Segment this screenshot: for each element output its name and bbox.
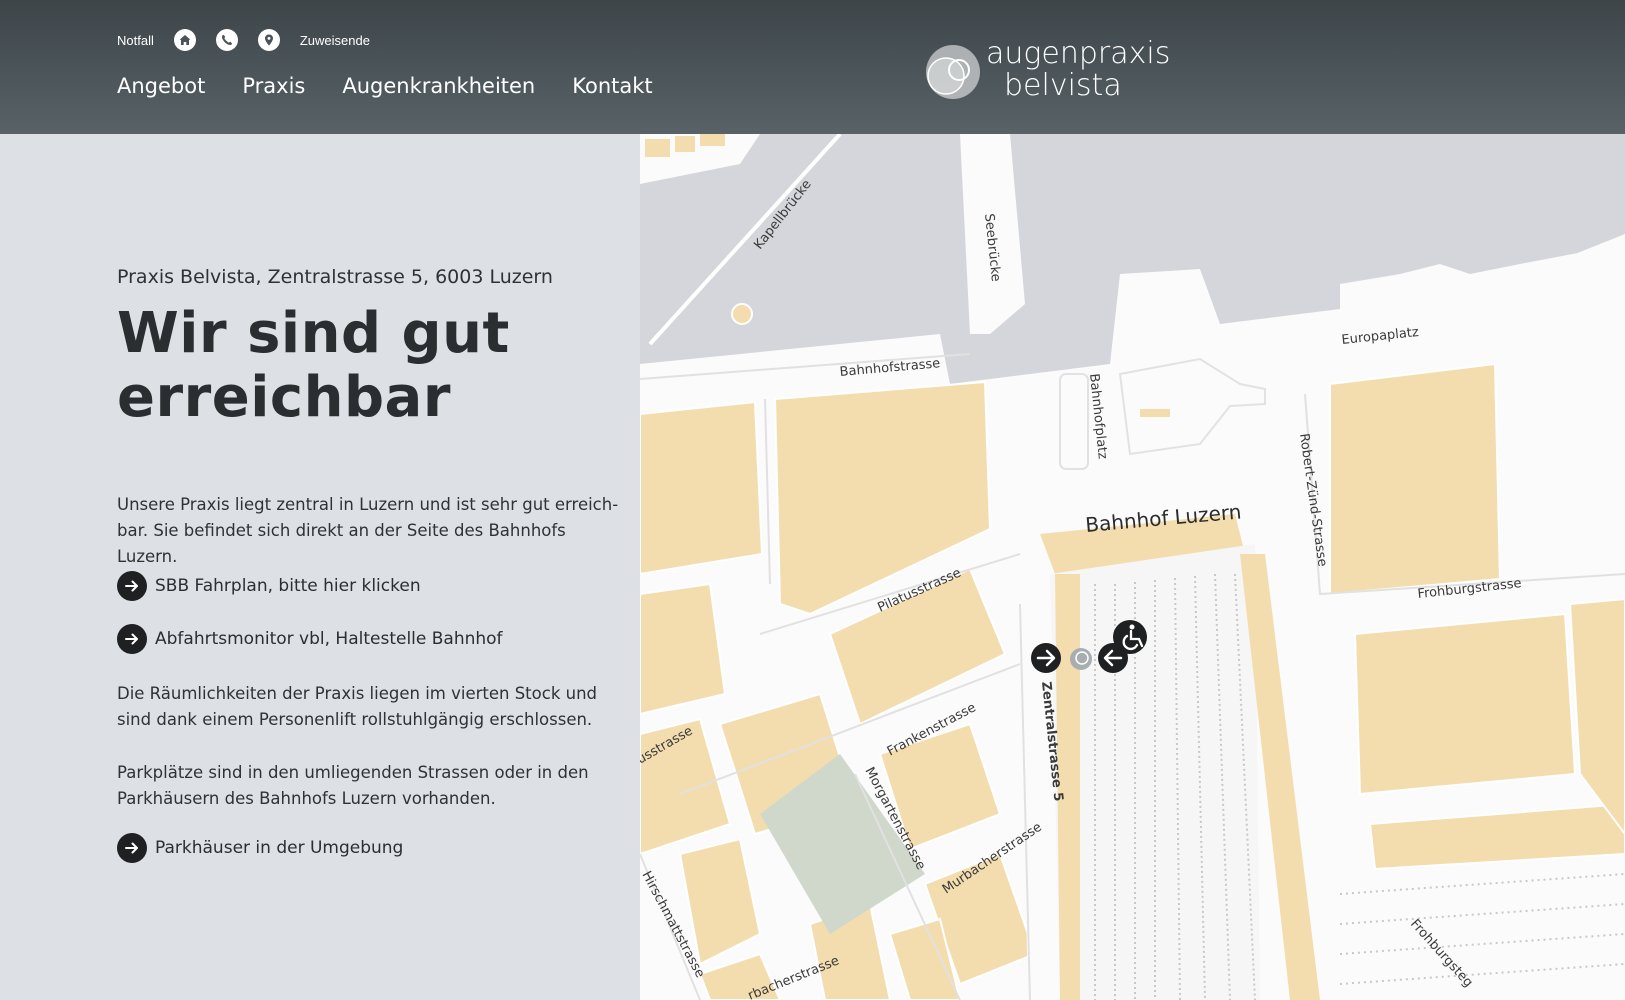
logo-line-2: belvista: [1004, 68, 1122, 103]
intro-line-2: bar. Sie befindet sich direkt an der Sei…: [117, 521, 566, 566]
access-line-2: sind dank einem Personenlift rollstuhlgä…: [117, 710, 593, 729]
top-utility-bar: Notfall Zuweisende: [117, 28, 370, 52]
practice-address: Praxis Belvista, Zentralstrasse 5, 6003 …: [117, 266, 553, 288]
zuweisende-link[interactable]: Zuweisende: [300, 33, 370, 48]
nav-angebot[interactable]: Angebot: [117, 74, 205, 98]
home-icon[interactable]: [173, 29, 196, 51]
logo[interactable]: augenpraxis belvista: [924, 38, 1170, 104]
access-line-1: Die Räumlichkeiten der Praxis liegen im …: [117, 684, 598, 703]
vbl-link-label: Abfahrtsmonitor vbl, Haltestelle Bahnhof: [155, 629, 503, 649]
logo-mark-icon: [926, 45, 980, 99]
page-title: Wir sind gut erreichbar: [117, 302, 627, 430]
arrow-right-icon: [117, 571, 147, 601]
parking-line-1: Parkplätze sind in den umliegenden Stras…: [117, 763, 589, 782]
parking-garages-link[interactable]: Parkhäuser in der Umgebung: [117, 833, 403, 863]
intro-paragraph: Unsere Praxis liegt zentral in Luzern un…: [117, 492, 627, 570]
location-map[interactable]: Kapellbrücke Seebrücke Bahnhofstrasse Ba…: [640, 134, 1625, 1000]
wheelchair-accessible-icon[interactable]: [1113, 620, 1147, 654]
accessibility-paragraph: Die Räumlichkeiten der Praxis liegen im …: [117, 681, 597, 733]
practice-location-marker-icon[interactable]: [1070, 648, 1092, 670]
nav-kontakt[interactable]: Kontakt: [572, 74, 652, 98]
location-pin-icon[interactable]: [257, 29, 280, 51]
parking-paragraph: Parkplätze sind in den umliegenden Stras…: [117, 760, 589, 812]
map-label-kapellbruecke: Kapellbrücke: [751, 177, 814, 252]
sbb-timetable-link[interactable]: SBB Fahrplan, bitte hier klicken: [117, 571, 421, 601]
arrow-right-icon: [117, 833, 147, 863]
headline-line-1: Wir sind gut: [117, 301, 510, 366]
parking-line-2: Parkhäusern des Bahnhofs Luzern vorhande…: [117, 789, 496, 808]
logo-wordmark: augenpraxis belvista: [986, 38, 1170, 102]
site-header: Notfall Zuweisende Angebot Praxis Augenk…: [0, 0, 1625, 134]
arrow-right-icon: [117, 624, 147, 654]
nav-praxis[interactable]: Praxis: [242, 74, 305, 98]
location-content: Praxis Belvista, Zentralstrasse 5, 6003 …: [117, 266, 627, 863]
sbb-link-label: SBB Fahrplan, bitte hier klicken: [155, 576, 421, 596]
parking-link-label: Parkhäuser in der Umgebung: [155, 838, 404, 858]
intro-line-1: Unsere Praxis liegt zentral in Luzern un…: [117, 495, 619, 514]
logo-line-1: augenpraxis: [986, 36, 1171, 71]
nav-augenkrankheiten[interactable]: Augenkrankheiten: [342, 74, 535, 98]
main-navigation: Angebot Praxis Augenkrankheiten Kontakt: [117, 74, 690, 98]
phone-icon[interactable]: [215, 29, 238, 51]
headline-line-2: erreichbar: [117, 365, 451, 430]
vbl-departure-link[interactable]: Abfahrtsmonitor vbl, Haltestelle Bahnhof: [117, 624, 503, 654]
entrance-arrow-right-icon[interactable]: [1031, 643, 1061, 673]
map-canvas: Kapellbrücke Seebrücke Bahnhofstrasse Ba…: [640, 134, 1625, 1000]
notfall-link[interactable]: Notfall: [117, 33, 154, 48]
